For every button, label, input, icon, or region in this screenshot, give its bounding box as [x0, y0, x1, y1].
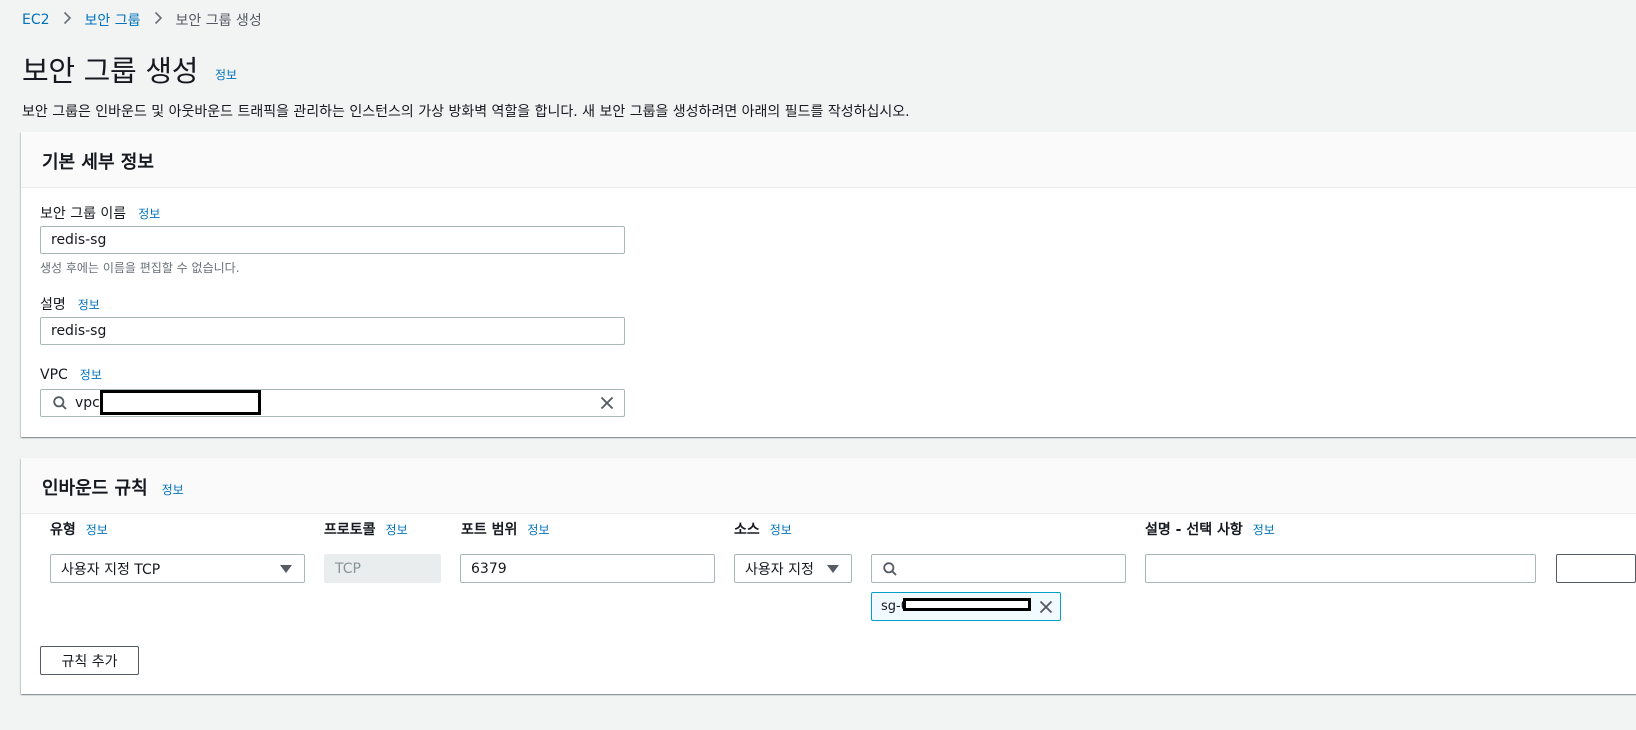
col-port-label: 포트 범위 정보: [461, 519, 550, 539]
col-type-info-link[interactable]: 정보: [86, 523, 108, 537]
breadcrumb-security-groups-link[interactable]: 보안 그룹: [85, 10, 141, 30]
rule-type-value: 사용자 지정 TCP: [61, 561, 161, 578]
page-info-link[interactable]: 정보: [215, 66, 237, 83]
basic-details-title: 기본 세부 정보: [42, 152, 154, 173]
description-label: 설명 정보: [40, 294, 100, 314]
description-value: redis-sg: [51, 323, 107, 339]
rule-type-select[interactable]: 사용자 지정 TCP: [50, 554, 305, 583]
delete-rule-button[interactable]: [1556, 554, 1636, 583]
caret-down-icon: [280, 565, 292, 573]
description-label-text: 설명: [40, 297, 66, 313]
security-group-name-info-link[interactable]: 정보: [138, 207, 160, 221]
col-source-label: 소스 정보: [734, 519, 792, 539]
col-port-info-link[interactable]: 정보: [527, 523, 549, 537]
inbound-rules-title: 인바운드 규칙 정보: [42, 474, 184, 500]
inbound-rules-panel: 인바운드 규칙 정보 유형 정보 프로토콜 정보 포트 범위 정보 소스 정보 설명 - …: [21, 458, 1636, 694]
col-type-text: 유형: [50, 522, 76, 538]
vpc-label-text: VPC: [40, 367, 68, 383]
page-title: 보안 그룹 생성: [22, 54, 199, 88]
vpc-info-link[interactable]: 정보: [80, 368, 102, 382]
col-source-text: 소스: [734, 522, 760, 538]
rule-protocol-field: TCP: [324, 554, 441, 583]
security-group-name-value: redis-sg: [51, 232, 107, 248]
col-protocol-text: 프로토콜: [324, 522, 376, 538]
rule-source-search-input[interactable]: [871, 554, 1126, 583]
breadcrumb-current: 보안 그룹 생성: [175, 13, 262, 29]
caret-down-icon: [827, 565, 839, 573]
close-icon[interactable]: [600, 396, 614, 410]
vpc-label: VPC 정보: [40, 366, 102, 383]
col-port-text: 포트 범위: [461, 522, 518, 538]
rule-source-value: 사용자 지정: [745, 561, 814, 578]
description-info-link[interactable]: 정보: [78, 298, 100, 312]
breadcrumb-ec2-link[interactable]: EC2: [22, 12, 50, 28]
inbound-rules-title-text: 인바운드 규칙: [42, 478, 148, 499]
search-icon: [53, 396, 67, 410]
page-description: 보안 그룹은 인바운드 및 아웃바운드 트래픽을 관리하는 인스턴스의 가상 방…: [22, 104, 910, 120]
rule-protocol-value: TCP: [335, 560, 361, 577]
col-type-label: 유형 정보: [50, 519, 108, 539]
col-protocol-info-link[interactable]: 정보: [386, 523, 408, 537]
col-desc-text: 설명 - 선택 사항: [1145, 522, 1243, 538]
chevron-right-icon: [63, 11, 72, 29]
security-group-name-label-text: 보안 그룹 이름: [40, 206, 127, 222]
chevron-right-icon: [154, 11, 163, 29]
basic-details-panel: 기본 세부 정보 보안 그룹 이름 정보 redis-sg 생성 후에는 이름을 …: [21, 132, 1636, 437]
security-group-name-hint: 생성 후에는 이름을 편집할 수 없습니다.: [40, 261, 240, 275]
close-icon[interactable]: [1039, 600, 1053, 614]
rule-source-select[interactable]: 사용자 지정: [734, 554, 852, 583]
inbound-rules-header: 인바운드 규칙 정보: [21, 458, 1636, 514]
breadcrumb: EC2 보안 그룹 보안 그룹 생성: [22, 10, 262, 30]
add-rule-button[interactable]: 규칙 추가: [40, 646, 139, 675]
security-group-name-label: 보안 그룹 이름 정보: [40, 203, 160, 223]
redacted-block: [100, 390, 261, 415]
inbound-rules-info-link[interactable]: 정보: [162, 483, 184, 497]
description-input[interactable]: redis-sg: [40, 317, 625, 345]
search-icon: [883, 561, 897, 576]
col-desc-info-link[interactable]: 정보: [1253, 523, 1275, 537]
basic-details-header: 기본 세부 정보: [21, 132, 1636, 188]
redacted-block: [903, 598, 1031, 611]
rule-port-value: 6379: [471, 560, 507, 577]
security-group-name-input[interactable]: redis-sg: [40, 226, 625, 254]
col-desc-label: 설명 - 선택 사항 정보: [1145, 519, 1275, 539]
rule-port-input[interactable]: 6379: [460, 554, 715, 583]
col-source-info-link[interactable]: 정보: [770, 523, 792, 537]
rule-description-input[interactable]: [1145, 554, 1536, 583]
col-protocol-label: 프로토콜 정보: [324, 519, 408, 539]
